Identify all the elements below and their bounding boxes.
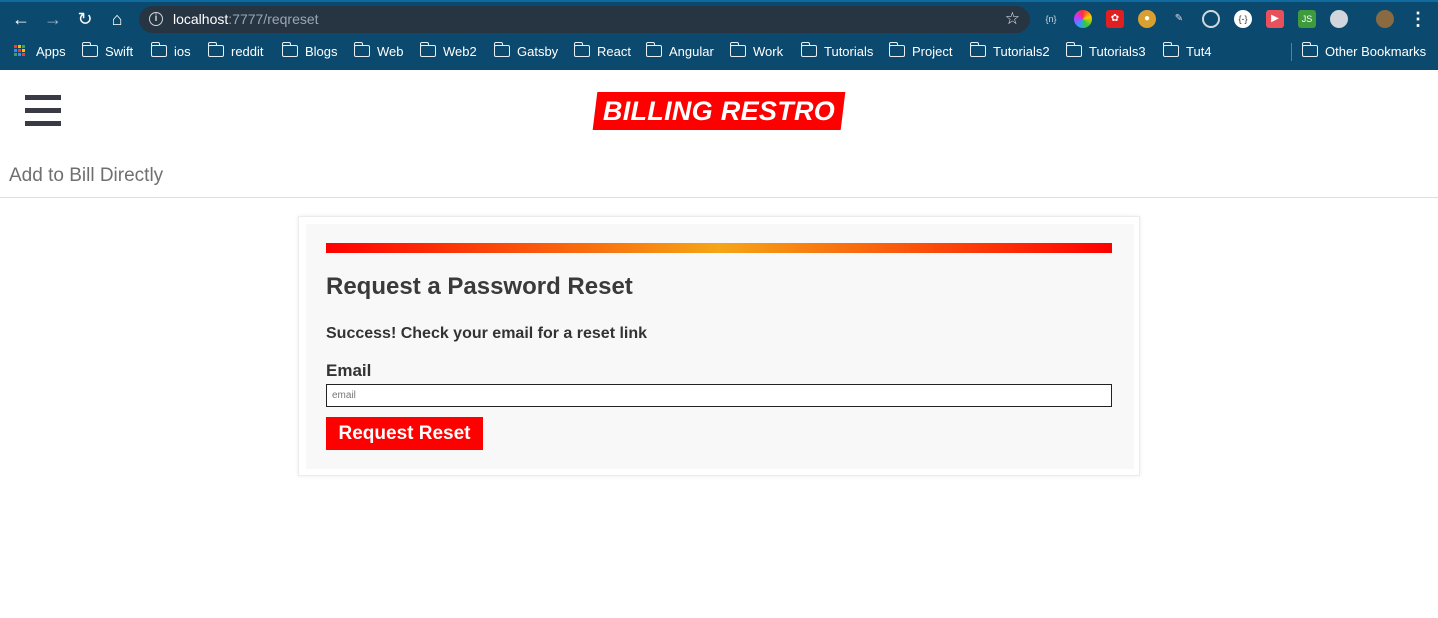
bookmark-label: Swift — [105, 43, 134, 59]
bookmark-label: Other Bookmarks — [1325, 43, 1427, 59]
form-accent-bar — [326, 243, 1112, 253]
back-arrow-icon[interactable]: ← — [9, 8, 33, 30]
reload-icon[interactable]: ↻ — [73, 8, 97, 30]
folder-icon — [493, 42, 510, 57]
folder-icon — [207, 42, 224, 57]
home-icon[interactable]: ⌂ — [105, 8, 129, 30]
form-title: Request a Password Reset — [326, 273, 633, 300]
folder-icon — [1065, 42, 1082, 57]
url-host: localhost — [173, 11, 229, 27]
site-info-icon[interactable]: i — [149, 12, 163, 26]
email-label: Email — [326, 361, 372, 380]
bookmarks-bar: Apps Swift ios reddit Blogs Web Web2 Gat… — [0, 38, 1438, 64]
bookmark-folder[interactable]: React — [573, 42, 631, 60]
bookmark-folder[interactable]: Gatsby — [493, 42, 559, 60]
bookmark-label: Angular — [669, 43, 714, 59]
bookmark-label: Gatsby — [517, 43, 559, 59]
json-extension-icon[interactable]: {n} — [1042, 10, 1060, 28]
target-extension-icon[interactable] — [1202, 10, 1220, 28]
folder-icon — [150, 42, 167, 57]
other-bookmarks[interactable]: Other Bookmarks — [1301, 42, 1427, 60]
bookmark-folder[interactable]: Tutorials3 — [1065, 42, 1146, 60]
bracket-extension-icon[interactable]: {-} — [1234, 10, 1252, 28]
bookmark-folder[interactable]: Swift — [81, 42, 134, 60]
request-reset-button[interactable]: Request Reset — [326, 417, 483, 450]
email-field[interactable] — [326, 384, 1112, 407]
add-to-bill-link[interactable]: Add to Bill Directly — [9, 165, 163, 187]
folder-icon — [888, 42, 905, 57]
folder-icon — [800, 42, 817, 57]
bookmark-folder[interactable]: Tutorials2 — [969, 42, 1050, 60]
grammar-extension-icon[interactable] — [1330, 10, 1348, 28]
bookmark-label: Web2 — [443, 43, 477, 59]
bookmark-folder[interactable]: ios — [150, 42, 191, 60]
bookmark-folder[interactable]: Web — [353, 42, 404, 60]
bookmark-folder[interactable]: Angular — [645, 42, 714, 60]
folder-icon — [573, 42, 590, 57]
pen-extension-icon[interactable]: ✎ — [1170, 10, 1188, 28]
profile-avatar[interactable] — [1376, 10, 1394, 28]
folder-icon — [419, 42, 436, 57]
bookmark-folder[interactable]: Project — [888, 42, 953, 60]
header-divider — [0, 197, 1438, 198]
folder-icon — [1162, 42, 1179, 57]
address-url[interactable]: localhost:7777/reqreset — [173, 11, 319, 28]
bookmark-label: reddit — [231, 43, 264, 59]
bookmark-folder[interactable]: Tutorials — [800, 42, 874, 60]
bookmark-label: Tutorials — [824, 43, 874, 59]
cookie-extension-icon[interactable]: ● — [1138, 10, 1156, 28]
site-logo[interactable]: BILLING RESTRO — [592, 92, 846, 130]
bookmark-label: Apps — [36, 43, 66, 59]
folder-icon — [1301, 42, 1318, 57]
bookmark-star-icon[interactable]: ☆ — [1005, 9, 1020, 29]
forward-arrow-icon[interactable]: → — [41, 8, 65, 30]
bookmark-label: Web — [377, 43, 404, 59]
bookmark-folder[interactable]: Web2 — [419, 42, 477, 60]
folder-icon — [81, 42, 98, 57]
bookmark-folder[interactable]: Blogs — [281, 42, 338, 60]
bookmark-label: Project — [912, 43, 953, 59]
bookmark-label: Work — [753, 43, 784, 59]
bookmark-label: React — [597, 43, 631, 59]
nodejs-extension-icon[interactable]: JS — [1298, 10, 1316, 28]
browser-menu-icon[interactable]: ⋮ — [1409, 8, 1427, 30]
bookmark-label: ios — [174, 43, 191, 59]
bookmark-folder[interactable]: Tut4 — [1162, 42, 1212, 60]
bookmark-label: Tutorials2 — [993, 43, 1050, 59]
apps-grid-icon — [14, 45, 26, 57]
color-wheel-extension-icon[interactable] — [1074, 10, 1092, 28]
bookmark-folder[interactable]: Work — [729, 42, 784, 60]
react-devtools-extension-icon[interactable]: ✿ — [1106, 10, 1124, 28]
address-bar[interactable]: i localhost:7777/reqreset ☆ — [139, 6, 1030, 33]
folder-icon — [281, 42, 298, 57]
url-path: :7777/reqreset — [228, 11, 319, 27]
bookmarks-separator — [1291, 43, 1292, 61]
success-message: Success! Check your email for a reset li… — [326, 325, 648, 342]
folder-icon — [729, 42, 746, 57]
bookmark-label: Tutorials3 — [1089, 43, 1146, 59]
folder-icon — [353, 42, 370, 57]
video-extension-icon[interactable]: ▶ — [1266, 10, 1284, 28]
folder-icon — [969, 42, 986, 57]
bookmark-label: Tut4 — [1186, 43, 1212, 59]
bookmark-apps[interactable]: Apps — [14, 42, 66, 60]
hamburger-menu-icon[interactable] — [25, 95, 61, 127]
browser-toolbar: ← → ↻ ⌂ i localhost:7777/reqreset ☆ {n} … — [0, 2, 1438, 36]
browser-chrome: ← → ↻ ⌂ i localhost:7777/reqreset ☆ {n} … — [0, 0, 1438, 70]
bookmark-label: Blogs — [305, 43, 338, 59]
folder-icon — [645, 42, 662, 57]
bookmark-folder[interactable]: reddit — [207, 42, 264, 60]
logo-text: BILLING RESTRO — [602, 96, 836, 126]
